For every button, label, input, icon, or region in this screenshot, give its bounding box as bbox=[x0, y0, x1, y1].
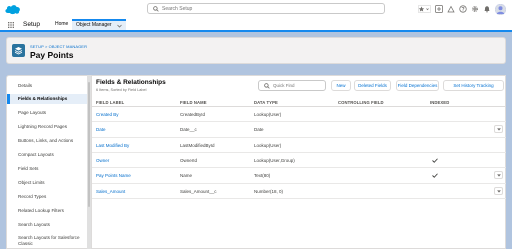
column-header-data-type[interactable]: DATA TYPE bbox=[254, 100, 278, 105]
field-label-link[interactable]: Date bbox=[96, 127, 106, 132]
object-sidebar: Details Fields & Relationships Page Layo… bbox=[6, 75, 92, 249]
search-icon bbox=[264, 83, 270, 89]
field-label-link[interactable]: Last Modified By bbox=[96, 143, 129, 148]
quick-find[interactable] bbox=[258, 80, 326, 91]
quick-find-input[interactable] bbox=[273, 82, 321, 89]
tab-home[interactable]: Home bbox=[51, 19, 72, 30]
avatar[interactable] bbox=[495, 3, 506, 15]
data-type: Text(80) bbox=[254, 173, 271, 178]
column-header-field-name[interactable]: FIELD NAME bbox=[180, 100, 207, 105]
indexed-check-icon bbox=[432, 173, 438, 178]
fields-panel: Fields & Relationships 6 Items, Sorted b… bbox=[92, 75, 506, 249]
set-history-tracking-button[interactable]: Set History Tracking bbox=[443, 80, 504, 91]
data-type: Lookup(User) bbox=[254, 143, 282, 148]
breadcrumb-link[interactable]: SETUP > OBJECT MANAGER bbox=[30, 44, 87, 49]
field-label-link[interactable]: Created By bbox=[96, 112, 119, 117]
items-count: 6 Items, Sorted by Field Label bbox=[96, 88, 147, 92]
field-name: CreatedById bbox=[180, 112, 206, 117]
field-name: OwnerId bbox=[180, 158, 198, 163]
chevron-down-icon bbox=[496, 189, 501, 193]
gear-icon[interactable] bbox=[471, 5, 479, 13]
trailhead-icon[interactable] bbox=[447, 5, 455, 13]
row-actions-button[interactable] bbox=[494, 187, 503, 195]
field-name: Sales_Amount__c bbox=[180, 189, 217, 194]
row-divider bbox=[92, 121, 506, 122]
field-label-link[interactable]: Pay Points Name bbox=[96, 173, 131, 178]
tab-object-manager[interactable]: Object Manager bbox=[72, 19, 126, 30]
sidebar-scroll-thumb[interactable] bbox=[88, 82, 90, 207]
help-icon[interactable] bbox=[459, 5, 467, 13]
column-header-field-label[interactable]: FIELD LABEL bbox=[96, 100, 124, 105]
chevron-down-icon[interactable] bbox=[116, 24, 122, 28]
object-layers-icon bbox=[12, 44, 25, 57]
sidebar-item-search-layouts[interactable]: Search Layouts bbox=[7, 222, 91, 228]
context-bar: Setup Home Object Manager bbox=[0, 18, 512, 32]
page-title: Pay Points bbox=[30, 50, 74, 60]
global-header bbox=[0, 0, 512, 18]
row-divider bbox=[92, 137, 506, 138]
field-name: Date__c bbox=[180, 127, 197, 132]
bell-icon[interactable] bbox=[483, 5, 491, 13]
indexed-check-icon bbox=[432, 158, 438, 163]
column-header-indexed[interactable]: INDEXED bbox=[430, 100, 449, 105]
field-label-link[interactable]: Sales_Amount bbox=[96, 189, 125, 194]
new-button[interactable]: New bbox=[331, 80, 351, 91]
chevron-down-icon bbox=[496, 173, 501, 177]
row-divider bbox=[92, 167, 506, 168]
global-actions-icon[interactable] bbox=[435, 5, 443, 13]
row-divider bbox=[92, 183, 506, 184]
sidebar-item-related-lookup-filters[interactable]: Related Lookup Filters bbox=[7, 208, 91, 214]
sidebar-item-record-types[interactable]: Record Types bbox=[7, 194, 91, 200]
tab-object-manager-label: Object Manager bbox=[76, 22, 112, 28]
header-divider bbox=[92, 106, 506, 107]
sidebar-item-details[interactable]: Details bbox=[7, 83, 91, 89]
row-actions-button[interactable] bbox=[494, 125, 503, 133]
sidebar-item-search-layouts-classic[interactable]: Search Layouts for Salesforce bbox=[7, 235, 91, 241]
field-dependencies-button[interactable]: Field Dependencies bbox=[396, 80, 439, 91]
sidebar-item-search-layouts-classic-cont[interactable]: Classic bbox=[7, 241, 91, 247]
deleted-fields-button[interactable]: Deleted Fields bbox=[354, 80, 391, 91]
field-name: Name bbox=[180, 173, 193, 178]
global-search-input[interactable] bbox=[162, 5, 342, 12]
row-divider bbox=[92, 198, 506, 199]
sidebar-item-field-sets[interactable]: Field Sets bbox=[7, 166, 91, 172]
salesforce-logo[interactable] bbox=[4, 3, 21, 15]
row-divider bbox=[92, 152, 506, 153]
chevron-down-icon bbox=[496, 127, 501, 131]
data-type: Number(18, 0) bbox=[254, 189, 284, 194]
sidebar-item-buttons-links-actions[interactable]: Buttons, Links, and Actions bbox=[7, 138, 91, 144]
favorites-icon[interactable] bbox=[418, 5, 431, 13]
column-header-controlling-field[interactable]: CONTROLLING FIELD bbox=[338, 100, 384, 105]
field-name: LastModifiedById bbox=[180, 143, 215, 148]
page-header: SETUP > OBJECT MANAGER Pay Points bbox=[6, 37, 506, 64]
row-actions-button[interactable] bbox=[494, 171, 503, 179]
data-type: Date bbox=[254, 127, 264, 132]
breadcrumb[interactable]: SETUP > OBJECT MANAGER bbox=[30, 44, 87, 49]
header-icons bbox=[418, 3, 506, 15]
sidebar-item-compact-layouts[interactable]: Compact Layouts bbox=[7, 152, 91, 158]
sidebar-item-lightning-record-pages[interactable]: Lightning Record Pages bbox=[7, 124, 91, 130]
sidebar-item-object-limits[interactable]: Object Limits bbox=[7, 180, 91, 186]
app-name: Setup bbox=[23, 21, 40, 28]
search-icon bbox=[153, 6, 159, 12]
app-launcher-icon[interactable] bbox=[8, 22, 14, 28]
data-type: Lookup(User) bbox=[254, 112, 282, 117]
sidebar-item-page-layouts[interactable]: Page Layouts bbox=[7, 110, 91, 116]
section-title: Fields & Relationships bbox=[96, 79, 166, 86]
data-type: Lookup(User,Group) bbox=[254, 158, 295, 163]
global-search[interactable] bbox=[147, 3, 385, 14]
sidebar-item-fields-relationships[interactable]: Fields & Relationships bbox=[7, 94, 91, 104]
field-label-link[interactable]: Owner bbox=[96, 158, 109, 163]
